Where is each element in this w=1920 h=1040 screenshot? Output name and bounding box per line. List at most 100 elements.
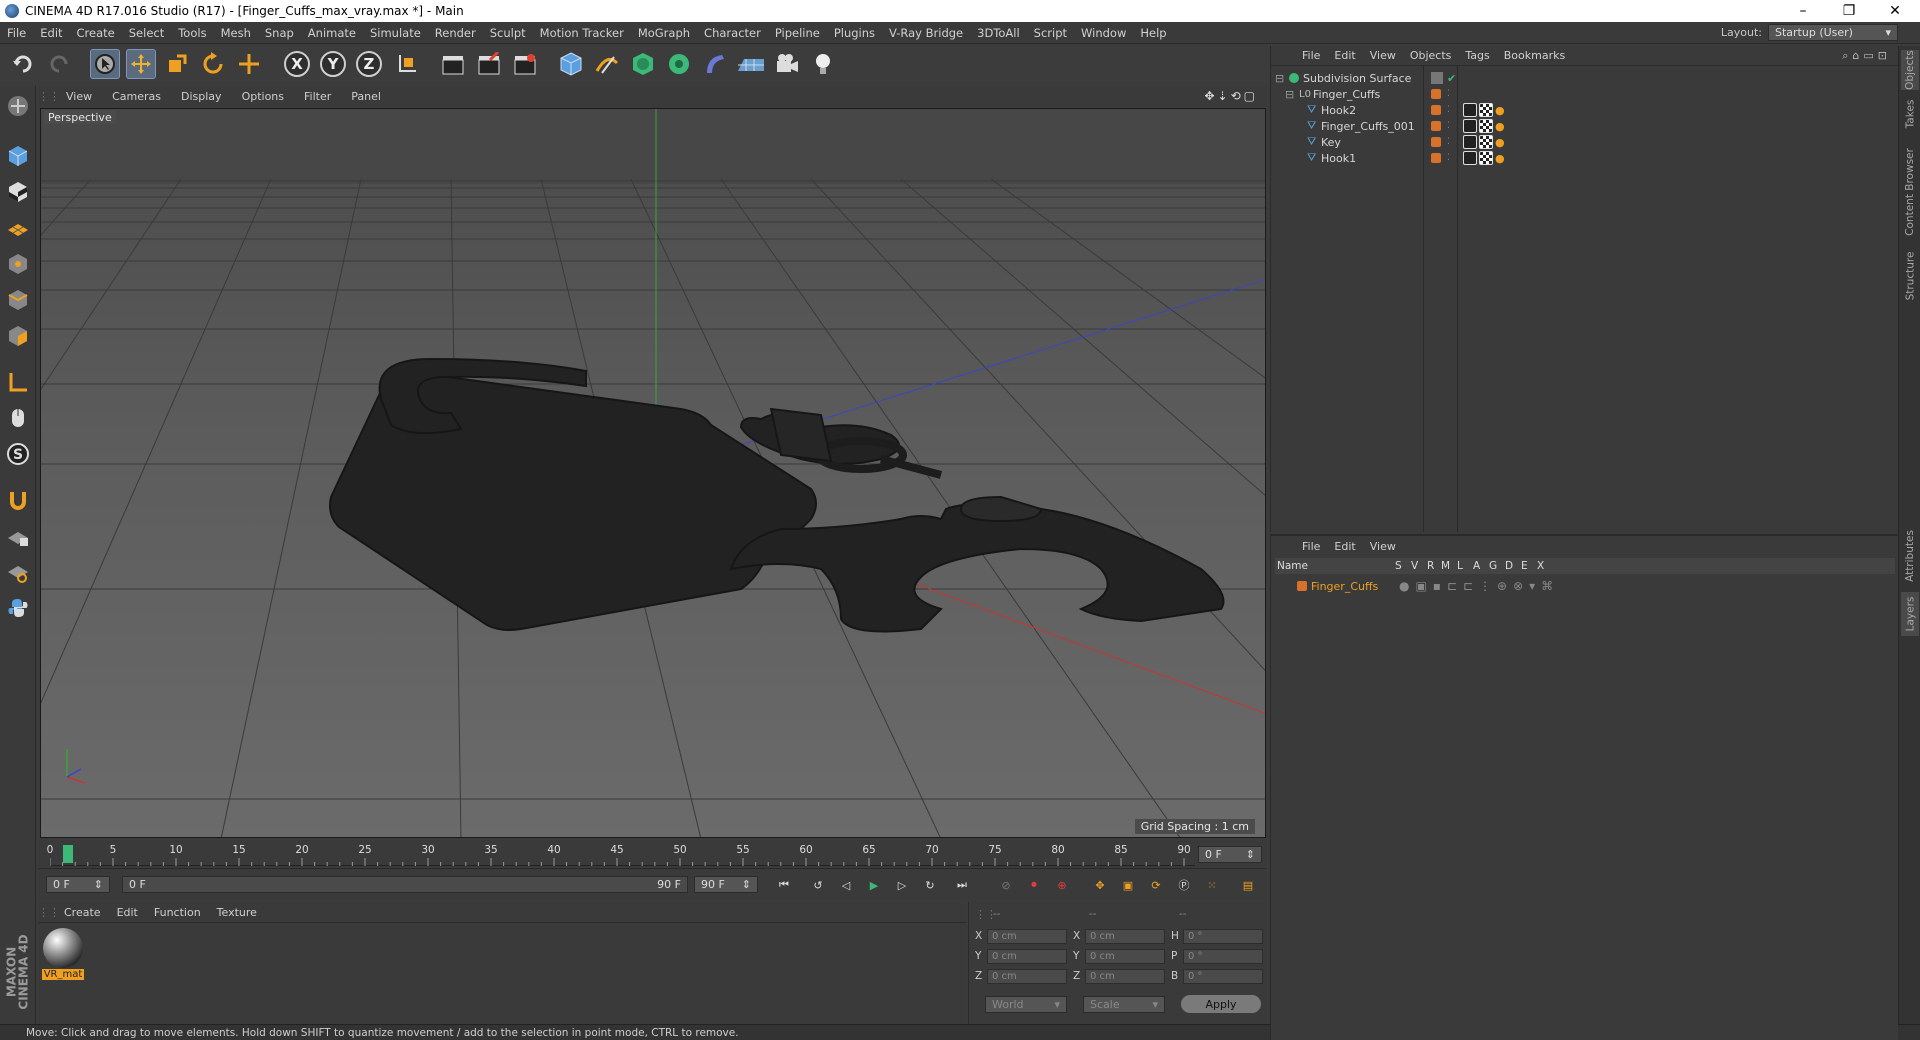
record-rotation-button[interactable]: ⟳ [1144, 873, 1168, 897]
layer-toggle-icons[interactable]: ●▣▪⊏⊏⋮⊕⊗▾⌘ [1399, 579, 1559, 593]
menu-motion-tracker[interactable]: Motion Tracker [533, 26, 631, 40]
tab-structure[interactable]: Structure [1901, 246, 1919, 306]
cloner-button[interactable] [664, 49, 694, 79]
magnet-button[interactable] [4, 486, 32, 514]
object-row-hook1[interactable]: ⛛ Hook1 ⁚ ● [1271, 148, 1899, 168]
pos-z-field[interactable]: 0 cm [987, 969, 1067, 984]
menu-mograph[interactable]: MoGraph [631, 26, 697, 40]
pos-y-field[interactable]: 0 cm [987, 949, 1067, 964]
material-swatch[interactable]: VR_mat [42, 927, 84, 983]
texture-mode-button[interactable] [4, 178, 32, 206]
material-menu-texture[interactable]: Texture [209, 906, 265, 919]
viewport-navigation-icons[interactable]: ✥⇣⟲▢ [1204, 89, 1258, 103]
timeline-track[interactable]: 0 5 10 15 20 25 30 35 40 45 50 55 60 65 … [47, 842, 1195, 866]
timeline-playhead[interactable] [63, 845, 73, 863]
uvw-tag-icon[interactable] [1479, 151, 1493, 165]
timeline-ruler[interactable]: 0 5 10 15 20 25 30 35 40 45 50 55 60 65 … [38, 840, 1266, 868]
object-manager-search-icon[interactable]: ⌕⌂▭⊡ [1842, 49, 1891, 63]
planar-workplane-button[interactable] [4, 558, 32, 586]
layer-menu-view[interactable]: View [1363, 540, 1403, 553]
size-mode-dropdown[interactable]: Scale ▾ [1083, 996, 1165, 1013]
finger-cuffs-model[interactable] [329, 357, 1225, 633]
viewport-menu-view[interactable]: View [56, 90, 102, 103]
texture-tag-icon[interactable] [1463, 103, 1477, 117]
lock-workplane-button[interactable] [4, 522, 32, 550]
tab-objects[interactable]: Objects [1901, 50, 1919, 90]
layer-column-deformers[interactable]: D [1505, 560, 1513, 572]
end-frame-field[interactable]: 90 F ⇕ [694, 876, 758, 893]
previous-keyframe-button[interactable]: ↺ [806, 873, 830, 897]
restore-button[interactable]: ❐ [1826, 0, 1872, 22]
camera-button[interactable] [772, 49, 802, 79]
live-selection-button[interactable] [90, 49, 120, 79]
record-position-button[interactable]: ✥ [1088, 873, 1112, 897]
viewport-menu-filter[interactable]: Filter [294, 90, 341, 103]
workplane-mode-button[interactable] [4, 214, 32, 242]
menu-snap[interactable]: Snap [258, 26, 301, 40]
record-parameter-button[interactable]: Ⓟ [1172, 873, 1196, 897]
menu-plugins[interactable]: Plugins [827, 26, 882, 40]
layer-menu-edit[interactable]: Edit [1327, 540, 1362, 553]
menu-render[interactable]: Render [428, 26, 483, 40]
layer-column-locked[interactable]: L [1457, 560, 1463, 572]
object-menu-file[interactable]: File [1295, 49, 1327, 62]
layer-column-generators[interactable]: G [1489, 560, 1497, 572]
cube-object-button[interactable] [556, 49, 586, 79]
rot-b-field[interactable]: 0 ° [1183, 969, 1263, 984]
edges-mode-button[interactable] [4, 286, 32, 314]
tab-layers[interactable]: Layers [1901, 592, 1919, 636]
x-axis-button[interactable]: X [282, 49, 312, 79]
menu-select[interactable]: Select [122, 26, 171, 40]
python-button[interactable] [4, 594, 32, 622]
object-menu-view[interactable]: View [1363, 49, 1403, 62]
y-axis-button[interactable]: Y [318, 49, 348, 79]
deformer-button[interactable] [700, 49, 730, 79]
perspective-viewport[interactable]: Perspective Grid Spacing : 1 cm [40, 108, 1266, 838]
recent-tool-button[interactable] [234, 49, 264, 79]
tab-takes[interactable]: Takes [1901, 94, 1919, 134]
menu-pipeline[interactable]: Pipeline [768, 26, 827, 40]
viewport-menu-display[interactable]: Display [171, 90, 232, 103]
z-axis-button[interactable]: Z [354, 49, 384, 79]
menu-window[interactable]: Window [1074, 26, 1133, 40]
material-tag-icon[interactable]: ● [1495, 136, 1505, 149]
subdivision-surface-button[interactable] [628, 49, 658, 79]
texture-tag-icon[interactable] [1463, 135, 1477, 149]
frame-range-slider[interactable]: 0 F 90 F [122, 876, 688, 893]
next-frame-button[interactable]: ▷ [890, 873, 914, 897]
enabled-check-icon[interactable]: ✔ [1447, 72, 1456, 85]
material-menu-edit[interactable]: Edit [109, 906, 146, 919]
layer-column-manager[interactable]: M [1441, 560, 1450, 572]
previous-frame-button[interactable]: ◁ [834, 873, 858, 897]
polygons-mode-button[interactable] [4, 322, 32, 350]
layer-row-finger-cuffs[interactable]: Finger_Cuffs ●▣▪⊏⊏⋮⊕⊗▾⌘ [1271, 576, 1899, 596]
go-to-end-button[interactable]: ⏭ [950, 873, 974, 897]
next-keyframe-button[interactable]: ↻ [918, 873, 942, 897]
layout-dropdown[interactable]: Startup (User) ▾ [1768, 24, 1898, 41]
render-view-button[interactable] [438, 49, 468, 79]
menu-mesh[interactable]: Mesh [214, 26, 258, 40]
snap-button[interactable]: S [4, 440, 32, 468]
menu-sculpt[interactable]: Sculpt [483, 26, 533, 40]
play-button[interactable]: ▶ [862, 873, 886, 897]
size-z-field[interactable]: 0 cm [1085, 969, 1165, 984]
coordinate-mode-dropdown[interactable]: World ▾ [985, 996, 1067, 1013]
tweak-mode-button[interactable] [4, 404, 32, 432]
texture-tag-icon[interactable] [1463, 119, 1477, 133]
visibility-dots-icon[interactable]: ⁚ [1447, 105, 1450, 115]
layer-column-solo[interactable]: S [1395, 560, 1402, 572]
close-button[interactable]: ✕ [1872, 0, 1918, 22]
material-tag-icon[interactable]: ● [1495, 152, 1505, 165]
uvw-tag-icon[interactable] [1479, 135, 1493, 149]
menu-animate[interactable]: Animate [301, 26, 363, 40]
record-point-level-button[interactable]: ⁙ [1200, 873, 1224, 897]
pos-x-field[interactable]: 0 cm [987, 929, 1067, 944]
uvw-tag-icon[interactable] [1479, 103, 1493, 117]
record-active-objects-button[interactable]: ⏺ [1022, 873, 1046, 897]
menu-edit[interactable]: Edit [33, 26, 69, 40]
visibility-dots-icon[interactable]: ⁚ [1447, 137, 1450, 147]
scale-tool-button[interactable] [162, 49, 192, 79]
material-menu-function[interactable]: Function [146, 906, 209, 919]
uvw-tag-icon[interactable] [1479, 119, 1493, 133]
current-frame-field[interactable]: 0 F ⇕ [1198, 846, 1262, 863]
